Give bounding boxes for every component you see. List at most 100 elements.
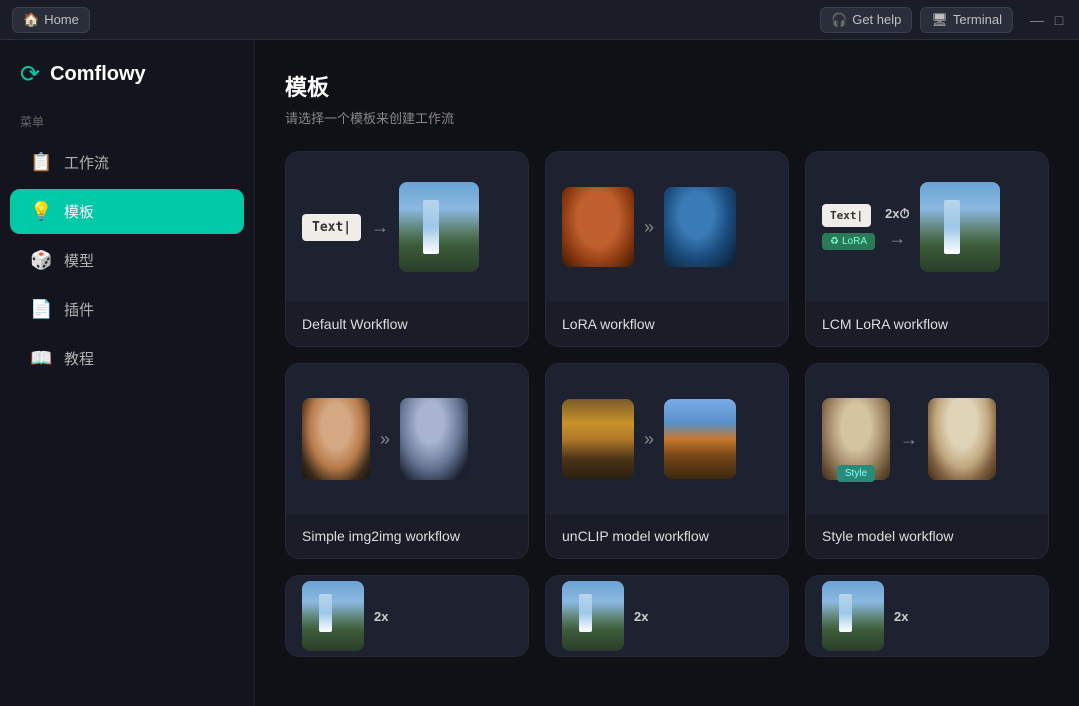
window-controls: — □: [1029, 12, 1067, 28]
menu-label: 菜单: [0, 113, 254, 130]
mountain-image: [399, 182, 479, 272]
tutorials-label: 教程: [64, 348, 94, 369]
double-arrow-icon: »: [644, 217, 654, 238]
city-image-1: [562, 399, 634, 479]
preview-default-row: Text| →: [286, 170, 528, 284]
headphone-icon: 🎧: [831, 12, 847, 28]
arrow-icon: →: [371, 217, 389, 238]
lora-badge-text: LoRA: [842, 236, 867, 247]
template-card-8[interactable]: 2x: [545, 575, 789, 657]
lcm-lora-label: LCM LoRA workflow: [806, 302, 1048, 346]
template-card-lcm-lora[interactable]: Text| ♻ LoRA 2x⏱ → LCM LoRA wo: [805, 151, 1049, 347]
get-help-label: Get help: [852, 12, 901, 27]
mountain-sm-2: [562, 581, 624, 651]
template-card-lora[interactable]: » LoRA workflow: [545, 151, 789, 347]
maximize-button[interactable]: □: [1051, 12, 1067, 28]
templates-icon: 💡: [30, 201, 52, 222]
workflows-label: 工作流: [64, 152, 109, 173]
style-label: Style model workflow: [806, 514, 1048, 558]
card-preview-8: 2x: [546, 576, 788, 656]
template-card-9[interactable]: 2x: [805, 575, 1049, 657]
unclip-arrow: »: [644, 429, 654, 450]
template-grid: Text| → Default Workflow » LoRA workflo: [285, 151, 1049, 657]
style-left: Style: [822, 398, 890, 480]
mountain-sm-1: [302, 581, 364, 651]
home-label: Home: [44, 12, 79, 27]
sidebar-item-models[interactable]: 🎲 模型: [10, 238, 244, 283]
page-subtitle: 请选择一个模板来创建工作流: [285, 108, 1049, 127]
home-button[interactable]: 🏠 Home: [12, 7, 90, 33]
img2img-arrow: »: [380, 429, 390, 450]
statue-image-2: [928, 398, 996, 480]
default-workflow-label: Default Workflow: [286, 302, 528, 346]
tutorials-icon: 📖: [30, 348, 52, 369]
card-preview-unclip: »: [546, 364, 788, 514]
models-icon: 🎲: [30, 250, 52, 271]
sidebar-item-workflows[interactable]: 📋 工作流: [10, 140, 244, 185]
titlebar-right: 🎧 Get help 🖥 Terminal — □: [820, 7, 1067, 33]
workflows-icon: 📋: [30, 152, 52, 173]
sidebar: ⟳ Comflowy 菜单 📋 工作流 💡 模板 🎲 模型 📄 插件 📖 教程: [0, 40, 255, 706]
logo: ⟳ Comflowy: [0, 60, 254, 113]
terminal-icon: 🖥: [931, 12, 948, 28]
preview-row-8: 2x: [546, 576, 788, 656]
sidebar-item-tutorials[interactable]: 📖 教程: [10, 336, 244, 381]
preview-img2img-row: »: [286, 386, 528, 492]
text-input-box: Text|: [302, 214, 361, 241]
cat-image-2: [664, 187, 736, 267]
card-preview-style: Style →: [806, 364, 1048, 514]
card-preview-lora: »: [546, 152, 788, 302]
multiplier-2x-1: 2x: [374, 609, 388, 624]
models-label: 模型: [64, 250, 94, 271]
card-preview-default: Text| →: [286, 152, 528, 302]
lcm-left-col: Text| ♻ LoRA: [822, 204, 875, 250]
card-preview-9: 2x: [806, 576, 1048, 656]
minimize-button[interactable]: —: [1029, 12, 1045, 28]
home-icon: 🏠: [23, 12, 39, 28]
main-layout: ⟳ Comflowy 菜单 📋 工作流 💡 模板 🎲 模型 📄 插件 📖 教程 …: [0, 40, 1079, 706]
person-image-2: [400, 398, 468, 480]
lora-workflow-label: LoRA workflow: [546, 302, 788, 346]
titlebar: 🏠 Home 🎧 Get help 🖥 Terminal — □: [0, 0, 1079, 40]
multiplier-2x-2: 2x: [634, 609, 648, 624]
template-card-7[interactable]: 2x: [285, 575, 529, 657]
template-card-style[interactable]: Style → Style model workflow: [805, 363, 1049, 559]
logo-icon: ⟳: [20, 60, 40, 89]
preview-row-9: 2x: [806, 576, 1048, 656]
preview-lcm-row: Text| ♻ LoRA 2x⏱ →: [806, 170, 1048, 284]
content-area: 模板 请选择一个模板来创建工作流 Text| → Default Workflo…: [255, 40, 1079, 706]
lcm-mountain-image: [920, 182, 1000, 272]
plugins-label: 插件: [64, 299, 94, 320]
plugins-icon: 📄: [30, 299, 52, 320]
preview-row-7: 2x: [286, 576, 528, 656]
titlebar-left: 🏠 Home: [12, 7, 90, 33]
get-help-button[interactable]: 🎧 Get help: [820, 7, 912, 33]
page-title: 模板: [285, 70, 1049, 102]
lora-badge: ♻ LoRA: [822, 233, 875, 250]
unclip-label: unCLIP model workflow: [546, 514, 788, 558]
sidebar-item-templates[interactable]: 💡 模板: [10, 189, 244, 234]
template-card-img2img[interactable]: » Simple img2img workflow: [285, 363, 529, 559]
lcm-text-box: Text|: [822, 204, 871, 227]
preview-style-row: Style →: [806, 386, 1048, 492]
multiplier-2x-3: 2x: [894, 609, 908, 624]
preview-lora-row: »: [546, 175, 788, 279]
mountain-sm-3: [822, 581, 884, 651]
style-badge: Style: [837, 465, 875, 482]
style-arrow: →: [900, 429, 918, 450]
card-preview-7: 2x: [286, 576, 528, 656]
terminal-button[interactable]: 🖥 Terminal: [920, 7, 1013, 33]
img2img-label: Simple img2img workflow: [286, 514, 528, 558]
lcm-arrow: →: [888, 228, 906, 249]
preview-unclip-row: »: [546, 387, 788, 491]
lcm-center-col: 2x⏱ →: [885, 206, 910, 249]
template-card-default[interactable]: Text| → Default Workflow: [285, 151, 529, 347]
multiplier-text: 2x⏱: [885, 206, 910, 222]
card-preview-lcm: Text| ♻ LoRA 2x⏱ →: [806, 152, 1048, 302]
sidebar-item-plugins[interactable]: 📄 插件: [10, 287, 244, 332]
terminal-label: Terminal: [953, 12, 1002, 27]
templates-label: 模板: [64, 201, 94, 222]
template-card-unclip[interactable]: » unCLIP model workflow: [545, 363, 789, 559]
cat-image-1: [562, 187, 634, 267]
lora-icon: ♻: [830, 236, 839, 247]
